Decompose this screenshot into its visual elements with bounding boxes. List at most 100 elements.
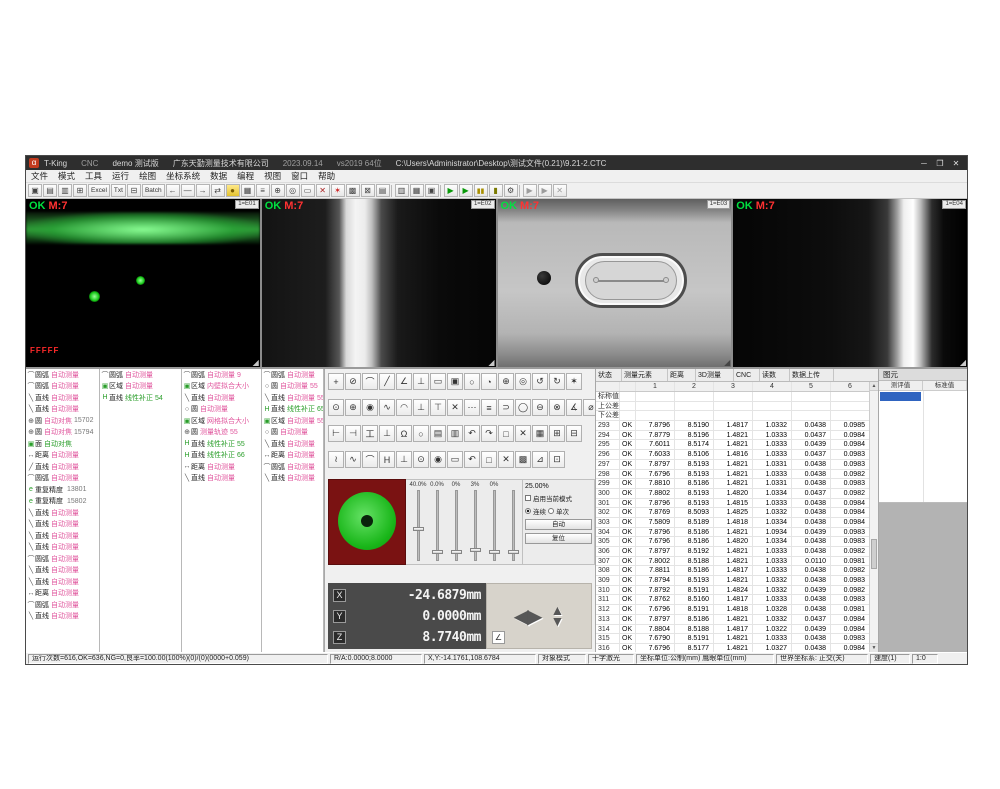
selected-cell[interactable] <box>880 392 921 401</box>
slider-thumb[interactable] <box>451 550 462 554</box>
table-row[interactable]: 316OK7.67968.51771.48211.03270.04380.098… <box>596 644 869 652</box>
tree-row[interactable]: H 直线 线性补正 66 <box>182 450 261 462</box>
construction-tool-icon[interactable]: ⊙ <box>413 451 429 468</box>
tree-row[interactable]: H 直线 线性补正 55 <box>182 438 261 450</box>
tree-row[interactable]: ╲ 直线 自动测量 <box>262 473 323 485</box>
light-slider[interactable] <box>436 490 439 561</box>
light-slider[interactable] <box>455 490 458 561</box>
tree-row[interactable]: ○ 圆 自动测量 <box>182 404 261 416</box>
x-axis-icon[interactable]: X <box>333 589 346 602</box>
tree-row[interactable]: ▣ 区域 内壁拟合大小 <box>182 381 261 393</box>
z-axis-icon[interactable]: Z <box>333 631 346 644</box>
geometry-tool-icon[interactable]: ∡ <box>566 399 582 416</box>
construction-tool-icon[interactable]: ↶ <box>464 425 480 442</box>
tree-row[interactable]: ╲ 直线 自动测量 <box>182 392 261 404</box>
radio-continuous[interactable] <box>525 508 531 514</box>
toolbar-button[interactable]: ⚙ <box>504 184 518 197</box>
radio-single[interactable] <box>548 508 554 514</box>
tree-row[interactable]: ⊕ 圆 自动对焦 15702 <box>26 415 99 427</box>
tree-row[interactable]: ╲ 直线 自动测量 55 <box>262 392 323 404</box>
toolbar-button[interactable]: ▩ <box>346 184 360 197</box>
toolbar-button[interactable]: ⊕ <box>271 184 285 197</box>
construction-tool-icon[interactable]: ▥ <box>447 425 463 442</box>
construction-tool-icon[interactable]: ⊣ <box>345 425 361 442</box>
table-row[interactable]: 315OK7.67908.51911.48211.03330.04380.098… <box>596 634 869 644</box>
table-tab[interactable]: 测量元素 <box>622 369 668 381</box>
toolbar-button[interactable]: ▣ <box>28 184 42 197</box>
geometry-tool-icon[interactable]: ⊕ <box>498 373 514 390</box>
geometry-tool-icon[interactable]: ⊥ <box>413 399 429 416</box>
scroll-up-icon[interactable]: ▲ <box>870 382 878 391</box>
toolbar-button[interactable]: ▣ <box>425 184 439 197</box>
geometry-tool-icon[interactable]: ⊤ <box>430 399 446 416</box>
toolbar-button[interactable]: Excel <box>88 184 110 197</box>
toolbar-button[interactable]: ▦ <box>410 184 424 197</box>
toolbar-button[interactable]: ◎ <box>286 184 300 197</box>
toolbar-button[interactable]: ▦ <box>241 184 255 197</box>
construction-tool-icon[interactable]: H <box>379 451 395 468</box>
tree-row[interactable]: ⌒ 圆弧 自动测量 <box>26 369 99 381</box>
camera-tag[interactable]: 1=E02 <box>471 200 495 209</box>
toolbar-button[interactable]: — <box>181 184 195 197</box>
menu-item[interactable]: 模式 <box>53 170 80 182</box>
tree-row[interactable]: ╲ 直线 自动测量 <box>26 530 99 542</box>
geometry-tool-icon[interactable]: ⋯ <box>464 399 480 416</box>
construction-tool-icon[interactable]: ◉ <box>430 451 446 468</box>
toolbar-button[interactable]: ⊠ <box>361 184 375 197</box>
menu-item[interactable]: 数据 <box>205 170 232 182</box>
construction-tool-icon[interactable]: ▩ <box>515 451 531 468</box>
y-axis-icon[interactable]: Y <box>333 610 346 623</box>
table-row[interactable]: 295OK7.60118.51741.48211.03330.04390.098… <box>596 440 869 450</box>
construction-tool-icon[interactable]: ∿ <box>345 451 361 468</box>
tree-row[interactable]: ╲ 直线 自动测量 <box>262 438 323 450</box>
maximize-button[interactable]: ❐ <box>932 157 948 170</box>
toolbar-button[interactable]: ▤ <box>376 184 390 197</box>
slider-thumb[interactable] <box>508 550 519 554</box>
geometry-tool-icon[interactable]: ⊕ <box>345 399 361 416</box>
tree-row[interactable]: ╲ 直线 自动测量 <box>26 392 99 404</box>
construction-tool-icon[interactable]: Ω <box>396 425 412 442</box>
tree-row[interactable]: ⌒ 圆弧 自动测量 9 <box>182 369 261 381</box>
tree-row[interactable]: ╲ 直线 自动测量 <box>26 519 99 531</box>
construction-tool-icon[interactable]: ✕ <box>498 451 514 468</box>
tree-row[interactable]: H 直线 线性补正 65 <box>262 404 323 416</box>
construction-tool-icon[interactable]: ↶ <box>464 451 480 468</box>
geometry-tool-icon[interactable]: ▭ <box>430 373 446 390</box>
construction-tool-icon[interactable]: □ <box>481 451 497 468</box>
construction-tool-icon[interactable]: ⊟ <box>566 425 582 442</box>
ring-light-indicator[interactable] <box>328 479 406 565</box>
table-row[interactable]: 302OK7.87698.50931.48251.03320.04380.098… <box>596 508 869 518</box>
table-row[interactable]: 296OK7.60338.51061.48161.03330.04370.098… <box>596 450 869 460</box>
toolbar-button[interactable]: ● <box>226 184 240 197</box>
toolbar-button[interactable]: ≡ <box>256 184 270 197</box>
table-row[interactable]: 297OK7.87978.51931.48211.03310.04380.098… <box>596 460 869 470</box>
table-row[interactable]: 301OK7.87968.51931.48151.03330.04380.098… <box>596 499 869 509</box>
tree-row[interactable]: ⌒ 圆弧 自动测量 <box>262 369 323 381</box>
tree-row[interactable]: ↔ 距离 自动测量 <box>262 450 323 462</box>
menu-item[interactable]: 绘图 <box>134 170 161 182</box>
tree-row[interactable]: ⌒ 圆弧 自动测量 <box>262 461 323 473</box>
light-slider[interactable] <box>493 490 496 561</box>
toolbar-button[interactable]: ← <box>166 184 180 197</box>
jog-left-icon[interactable]: ◀ <box>514 606 527 628</box>
toolbar-button[interactable]: ▶ <box>444 184 458 197</box>
geometry-tool-icon[interactable]: ↻ <box>549 373 565 390</box>
toolbar-button[interactable] <box>440 185 443 197</box>
tree-row[interactable]: ↔ 距离 自动测量 <box>26 450 99 462</box>
close-button[interactable]: ✕ <box>948 157 964 170</box>
table-row[interactable]: 312OK7.67968.51911.48181.03280.04380.098… <box>596 605 869 615</box>
element-panel-grid[interactable] <box>879 391 967 503</box>
construction-tool-icon[interactable]: ⊥ <box>396 451 412 468</box>
geometry-tool-icon[interactable]: ⊃ <box>498 399 514 416</box>
geometry-tool-icon[interactable]: ◎ <box>515 373 531 390</box>
toolbar-button[interactable] <box>391 185 394 197</box>
resize-grip-icon[interactable]: ◢ <box>253 359 259 367</box>
geometry-tool-icon[interactable]: ≡ <box>481 399 497 416</box>
toolbar-button[interactable]: ⊟ <box>127 184 141 197</box>
slider-thumb[interactable] <box>432 550 443 554</box>
construction-tool-icon[interactable]: ⊥ <box>379 425 395 442</box>
menu-item[interactable]: 工具 <box>80 170 107 182</box>
tree-row[interactable]: ╲ 直线 自动测量 <box>26 542 99 554</box>
table-row[interactable]: 307OK7.80028.51881.48211.03330.01100.098… <box>596 557 869 567</box>
toolbar-button[interactable]: ▤ <box>43 184 57 197</box>
